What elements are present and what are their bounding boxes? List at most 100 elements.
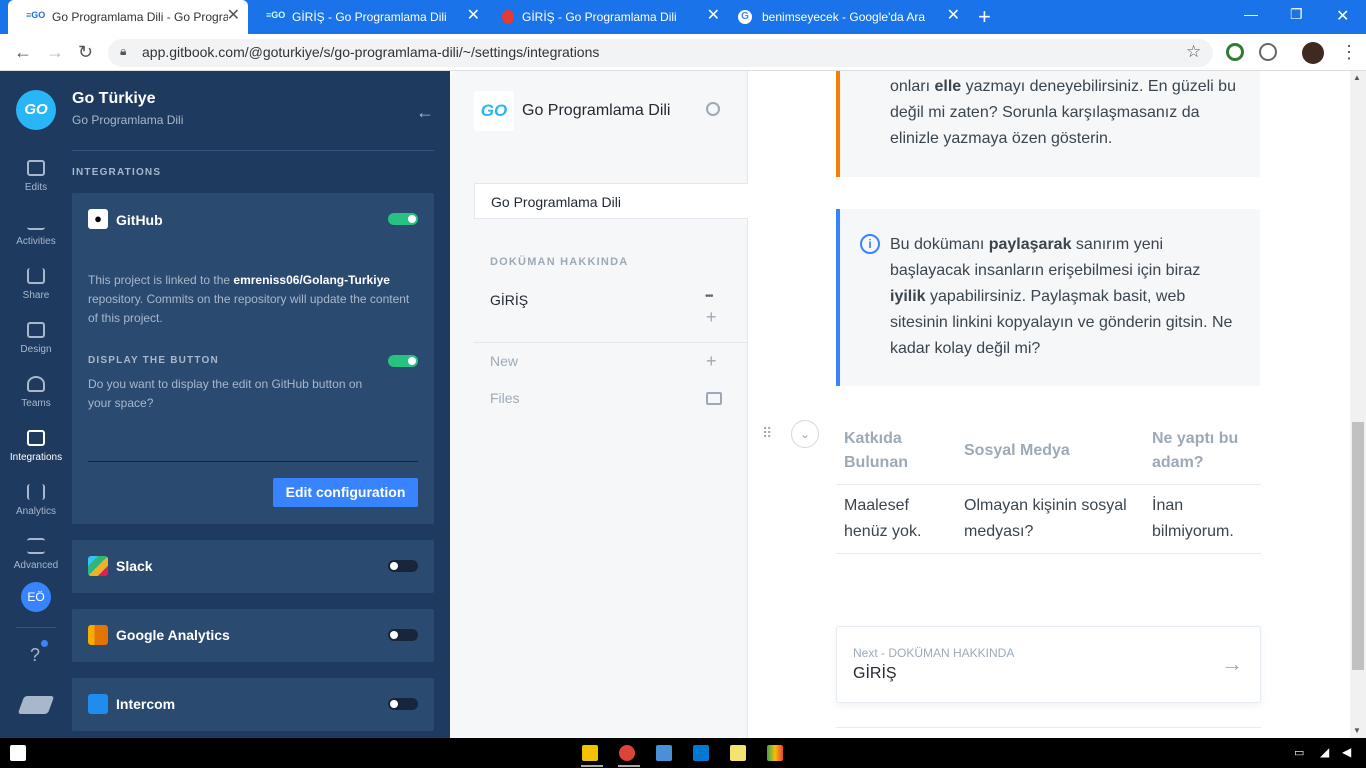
paint-roller-icon [27,322,45,338]
org-logo[interactable]: GO [16,90,56,130]
users-icon [27,376,45,392]
intercom-toggle[interactable] [388,698,418,710]
rail-item-integrations[interactable]: Integrations [0,430,72,463]
vscode-icon[interactable] [693,745,709,761]
section-heading[interactable]: DOKÜMAN HAKKINDA [490,256,628,268]
space-title[interactable]: Go Programlama Dili [522,102,670,120]
rail-item-edits[interactable]: Edits [0,160,72,193]
reload-icon[interactable]: ↻ [78,42,93,63]
rail-label: Integrations [9,452,63,463]
help-icon[interactable]: ? [30,645,40,666]
files-link[interactable]: Files [490,390,520,406]
taskbar-indicator [618,765,640,767]
next-page-card[interactable]: Next - DOKÜMAN HAKKINDA GİRİŞ → [836,626,1261,703]
integrations-heading: INTEGRATIONS [72,167,162,178]
browser-tab[interactable]: G benimseyecek - Google'da Ara ✕ [728,0,968,34]
display-button-description: Do you want to display the edit on GitHu… [88,377,363,410]
chrome-icon[interactable] [619,745,635,761]
more-icon[interactable]: ••• [705,291,713,302]
rail-item-design[interactable]: Design [0,322,72,355]
battery-icon[interactable]: ▭ [1294,746,1304,759]
divider [72,150,434,151]
next-title: GİRİŞ [853,665,897,682]
edit-icon [27,160,45,176]
forward-icon[interactable]: → [46,42,64,63]
slack-integration-card: Slack [72,540,434,593]
drag-handle-icon[interactable]: ⠿ [762,425,772,442]
extension-icon[interactable] [1259,43,1277,61]
browser-tab[interactable]: ≡GO GİRİŞ - Go Programlama Dili ✕ [248,0,488,34]
close-icon[interactable]: ✕ [947,8,960,24]
notepad-icon[interactable] [730,745,746,761]
github-integration-card: ● GitHub This project is linked to the e… [72,193,434,524]
google-analytics-toggle[interactable] [388,629,418,641]
rail-item-share[interactable]: Share [0,268,72,301]
windows-start-icon[interactable] [10,745,26,761]
minimize-icon[interactable]: — [1244,6,1258,22]
google-analytics-integration-card: Google Analytics [72,609,434,662]
intercom-integration-card: Intercom [72,678,434,731]
extension-icon[interactable] [1226,43,1244,61]
restore-icon[interactable]: ❐ [1290,6,1303,23]
rail-item-activities[interactable]: Activities [0,214,72,247]
warning-hint: onları elle yazmayı deneyebilirsiniz. En… [836,71,1260,177]
display-button-toggle[interactable] [388,355,418,367]
scroll-up-icon[interactable]: ▲ [1353,73,1361,82]
variant-selector[interactable]: Go Programlama Dili [474,183,748,219]
activity-icon [27,214,45,230]
user-avatar[interactable]: EÖ [21,582,51,612]
org-name[interactable]: Go Türkiye [72,90,156,108]
browser-tab-active[interactable]: ≡GO Go Programlama Dili - Go Progra ✕ [8,0,248,34]
new-tab-button[interactable]: + [978,4,991,30]
nav-page-giris[interactable]: GİRİŞ [490,292,528,308]
github-icon: ● [88,209,108,229]
edit-configuration-button[interactable]: Edit configuration [273,478,418,507]
github-toggle[interactable] [388,213,418,225]
gitbook-logo-icon [17,696,55,714]
integration-title: Google Analytics [116,627,230,643]
warning-text: onları elle yazmayı deneyebilirsiniz. En… [890,78,1236,147]
repo-name[interactable]: emreniss06/Golang-Turkiye [233,273,390,287]
url-text[interactable]: app.gitbook.com/@goturkiye/s/go-programl… [142,44,599,60]
search-icon[interactable] [706,102,720,116]
close-icon[interactable]: ✕ [707,8,720,24]
integrations-panel: Go Türkiye Go Programlama Dili ← INTEGRA… [72,71,450,738]
divider [88,461,418,462]
app-icon[interactable] [656,745,672,761]
tab-title: Go Programlama Dili - Go Progra [52,10,228,24]
back-icon[interactable]: ← [14,42,32,63]
browser-tab-bar: ≡GO Go Programlama Dili - Go Progra ✕ ≡G… [0,0,1366,34]
wifi-icon[interactable]: ◢ [1320,745,1329,759]
window-close-icon[interactable]: ✕ [1336,6,1349,26]
file-explorer-icon[interactable] [582,745,598,761]
taskbar-indicator [581,765,603,767]
lock-icon: 🔒︎ [120,44,127,58]
folder-icon[interactable] [706,392,722,405]
scroll-down-icon[interactable]: ▼ [1353,726,1361,735]
close-icon[interactable]: ✕ [227,8,240,24]
tab-title: benimseyecek - Google'da Ara [762,10,926,24]
new-page-link[interactable]: New [490,353,518,369]
rail-item-teams[interactable]: Teams [0,376,72,409]
plus-icon[interactable]: + [706,351,717,372]
volume-icon[interactable]: ◀ [1342,745,1351,759]
star-icon[interactable]: ☆ [1186,42,1201,62]
table-row: Maalesef henüz yok. Olmayan kişinin sosy… [836,484,1261,553]
slack-toggle[interactable] [388,560,418,572]
menu-icon[interactable]: ⋮ [1340,42,1358,63]
app-icon[interactable] [767,745,783,761]
github-description: This project is linked to the emreniss06… [88,273,410,325]
profile-avatar[interactable] [1302,42,1324,64]
rail-item-analytics[interactable]: Analytics [0,484,72,517]
rail-item-advanced[interactable]: Advanced [0,538,72,571]
integration-title: GitHub [116,212,163,228]
scrollbar-thumb[interactable] [1352,422,1364,670]
intercom-icon [88,694,108,714]
chevron-down-icon[interactable]: ⌄ [791,420,819,448]
divider [474,342,748,343]
browser-tab[interactable]: GİRİŞ - Go Programlama Dili ✕ [488,0,728,34]
rail-label: Design [20,344,52,355]
collapse-arrow-icon[interactable]: ← [416,102,434,123]
close-icon[interactable]: ✕ [467,8,480,24]
add-subpage-icon[interactable]: + [706,307,717,328]
